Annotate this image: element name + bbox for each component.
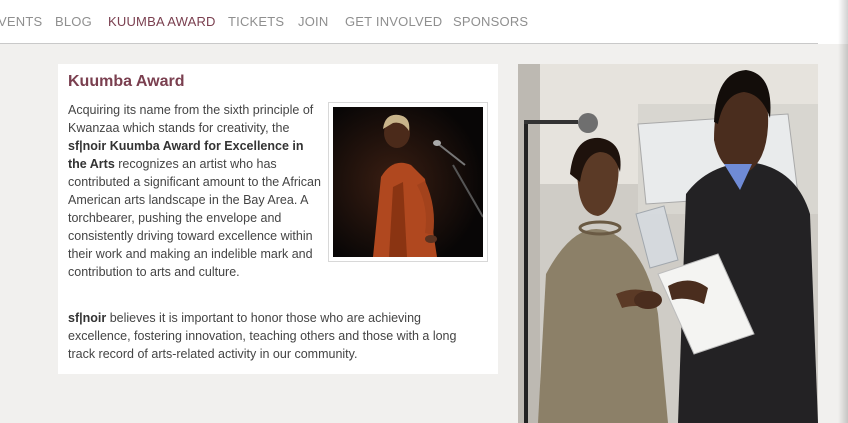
- award-ceremony-image: [518, 64, 818, 423]
- intro-text-start: Acquiring its name from the sixth princi…: [68, 103, 314, 135]
- nav-item-tickets[interactable]: TICKETS: [228, 14, 284, 29]
- award-intro: Acquiring its name from the sixth princi…: [68, 101, 324, 281]
- award-mission: sf|noir believes it is important to hono…: [68, 309, 478, 363]
- kuumba-award-card: Kuumba Award Acquiring its name from the…: [58, 64, 498, 374]
- nav-item-kuumba-award[interactable]: KUUMBA AWARD: [108, 14, 216, 29]
- main-nav: VENTS BLOG KUUMBA AWARD TICKETS JOIN GET…: [0, 0, 848, 44]
- nav-item-get-involved[interactable]: GET INVOLVED: [345, 14, 442, 29]
- mission-text: believes it is important to honor those …: [68, 311, 457, 361]
- nav-item-events[interactable]: VENTS: [0, 14, 42, 29]
- page-edge-shadow: [838, 0, 848, 423]
- nav-item-join[interactable]: JOIN: [298, 14, 328, 29]
- page-title: Kuumba Award: [68, 73, 185, 90]
- intro-text-end: recognizes an artist who has contributed…: [68, 157, 321, 279]
- award-ceremony-photo: [518, 64, 818, 423]
- nav-item-blog[interactable]: BLOG: [55, 14, 92, 29]
- performer-photo: [328, 102, 488, 262]
- nav-item-sponsors[interactable]: SPONSORS: [453, 14, 528, 29]
- performer-image: [333, 107, 483, 257]
- nav-divider: [0, 43, 818, 44]
- brand-name: sf|noir: [68, 311, 107, 325]
